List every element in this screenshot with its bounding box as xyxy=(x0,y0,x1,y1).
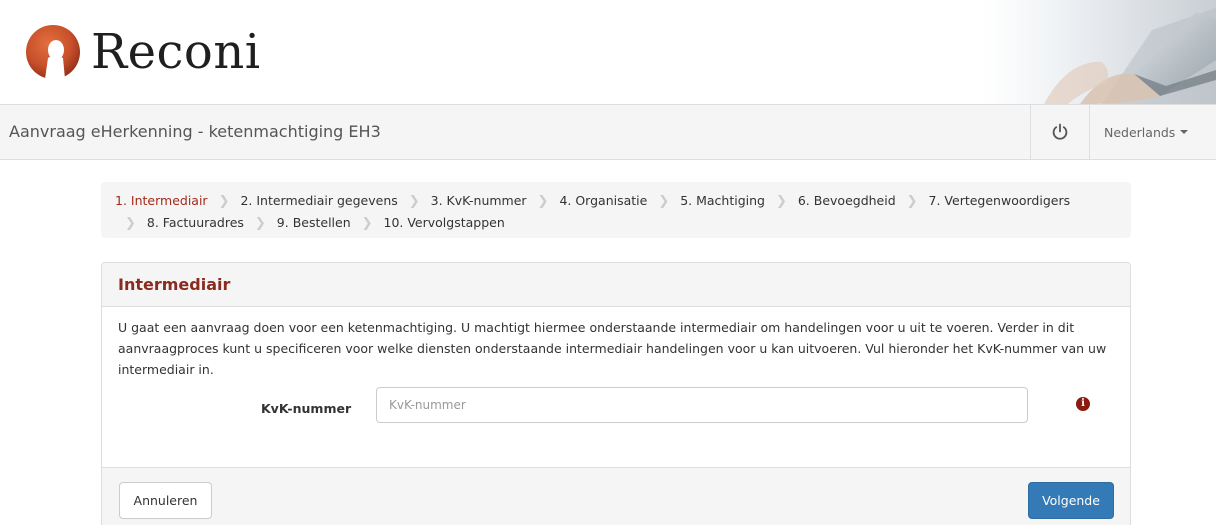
chevron-right-icon: ❯ xyxy=(775,194,787,209)
reconi-logo[interactable]: Reconi xyxy=(23,22,261,82)
breadcrumb-step-bevoegdheid[interactable]: 6. Bevoegdheid xyxy=(798,193,896,208)
logout-button[interactable] xyxy=(1030,105,1090,159)
kvk-form-row: KvK-nummer i xyxy=(118,380,1114,436)
panel-title: Intermediair xyxy=(102,263,1130,307)
breadcrumb-step-factuuradres[interactable]: 8. Factuuradres xyxy=(147,215,244,230)
chevron-right-icon: ❯ xyxy=(254,216,266,231)
panel-body: U gaat een aanvraag doen voor een ketenm… xyxy=(102,307,1130,436)
chevron-right-icon: ❯ xyxy=(218,194,230,209)
breadcrumb-step-intermediair-gegevens[interactable]: 2. Intermediair gegevens xyxy=(240,193,397,208)
chevron-right-icon: ❯ xyxy=(658,194,670,209)
chevron-right-icon: ❯ xyxy=(408,194,420,209)
reconi-logo-icon xyxy=(26,25,80,81)
top-navbar: Aanvraag eHerkenning - ketenmachtiging E… xyxy=(0,104,1216,160)
language-label: Nederlands xyxy=(1104,124,1176,140)
header-laptop-image xyxy=(984,0,1216,104)
breadcrumb-step-intermediair[interactable]: 1. Intermediair xyxy=(115,193,208,208)
breadcrumb-step-vervolgstappen[interactable]: 10. Vervolgstappen xyxy=(384,215,505,230)
kvk-number-input[interactable] xyxy=(376,387,1028,423)
breadcrumb-step-vertegenwoordigers[interactable]: 7. Vertegenwoordigers xyxy=(929,193,1071,208)
panel-footer: Annuleren Volgende xyxy=(102,467,1130,525)
chevron-right-icon: ❯ xyxy=(537,194,549,209)
info-icon[interactable]: i xyxy=(1076,397,1090,411)
breadcrumb-step-machtiging[interactable]: 5. Machtiging xyxy=(680,193,765,208)
breadcrumb-step-organisatie[interactable]: 4. Organisatie xyxy=(559,193,647,208)
breadcrumb-step-kvk-nummer[interactable]: 3. KvK-nummer xyxy=(431,193,527,208)
chevron-right-icon: ❯ xyxy=(906,194,918,209)
cancel-button[interactable]: Annuleren xyxy=(119,482,212,519)
kvk-label: KvK-nummer xyxy=(261,401,352,416)
brand-header: Reconi xyxy=(0,0,1216,104)
power-icon xyxy=(1052,123,1068,140)
breadcrumb-step-bestellen[interactable]: 9. Bestellen xyxy=(277,215,351,230)
logo-text: Reconi xyxy=(91,24,261,80)
language-dropdown[interactable]: Nederlands xyxy=(1090,105,1216,159)
next-button[interactable]: Volgende xyxy=(1028,482,1114,519)
caret-down-icon xyxy=(1180,130,1189,134)
step-breadcrumb: 1. Intermediair ❯ 2. Intermediair gegeve… xyxy=(101,182,1131,238)
chevron-right-icon: ❯ xyxy=(125,216,136,231)
chevron-right-icon: ❯ xyxy=(361,216,373,231)
intermediair-panel: Intermediair U gaat een aanvraag doen vo… xyxy=(101,262,1131,525)
panel-description: U gaat een aanvraag doen voor een ketenm… xyxy=(118,320,1107,377)
page-title: Aanvraag eHerkenning - ketenmachtiging E… xyxy=(9,122,381,141)
